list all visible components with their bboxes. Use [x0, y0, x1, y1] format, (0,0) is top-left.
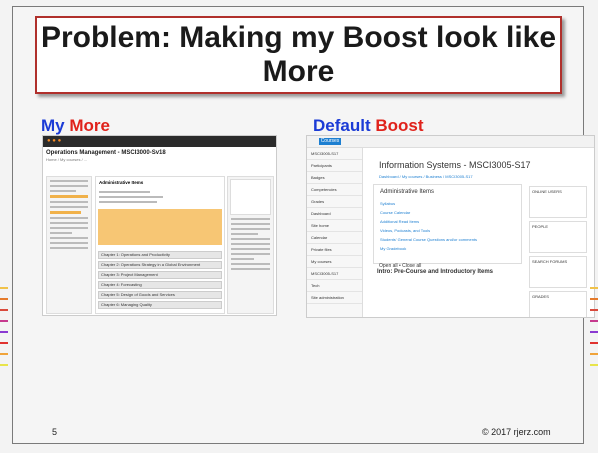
decorative-stripes-left	[0, 287, 8, 379]
slide-title: Problem: Making my Boost look like More	[40, 21, 557, 88]
more-right-column	[227, 176, 274, 314]
drawer-item[interactable]: Dashboard	[307, 208, 362, 220]
left-caption: My More	[41, 116, 110, 135]
title-box: Problem: Making my Boost look like More	[35, 16, 562, 94]
admin-item[interactable]: My Gradebook	[374, 244, 521, 253]
more-highlight-section	[98, 209, 222, 245]
boost-nav-drawer: MSCI3005-S17 Participants Badges Compete…	[307, 148, 363, 317]
more-course-title: Operations Management - MSCI3000-Sv18	[46, 150, 166, 156]
more-chapter-4[interactable]: Chapter 4: Forecasting	[98, 281, 222, 289]
boost-block-column: ONLINE USERS PEOPLE SEARCH FORUMS GRADES	[529, 186, 587, 317]
slide-number: 5	[52, 427, 58, 437]
drawer-item[interactable]: Participants	[307, 160, 362, 172]
more-breadcrumb: Home / My courses / ...	[46, 157, 88, 162]
drawer-item[interactable]: Calendar	[307, 232, 362, 244]
online-users-block: ONLINE USERS	[529, 186, 587, 218]
drawer-item[interactable]: Badges	[307, 172, 362, 184]
more-top-bar: ● ● ●	[43, 136, 276, 147]
boost-course-title: Information Systems - MSCI3005-S17	[379, 160, 531, 170]
admin-item[interactable]: Videos, Podcasts, and Tools	[374, 226, 521, 235]
drawer-item[interactable]: Tech	[307, 280, 362, 292]
drawer-item[interactable]: Site home	[307, 220, 362, 232]
more-chapter-3[interactable]: Chapter 3: Project Management	[98, 271, 222, 279]
drawer-item[interactable]: MSCI3005-S17	[307, 268, 362, 280]
admin-item[interactable]: Syllabus	[374, 199, 521, 208]
drawer-item[interactable]: Site administration	[307, 292, 362, 304]
more-calendar	[230, 179, 271, 215]
grades-block: GRADES	[529, 291, 587, 317]
people-block: PEOPLE	[529, 221, 587, 253]
more-main-column: Administrative Items Chapter 1: Operatio…	[95, 176, 225, 314]
drawer-item[interactable]: Grades	[307, 196, 362, 208]
boost-navbar: Courses	[307, 136, 594, 148]
more-chapter-2[interactable]: Chapter 2: Operations Strategy in a Glob…	[98, 261, 222, 269]
decorative-stripes-right	[590, 287, 598, 379]
admin-item[interactable]: Students' General Course Questions and/o…	[374, 235, 521, 244]
boost-breadcrumb[interactable]: Dashboard / My courses / Business / MSCI…	[379, 174, 473, 179]
drawer-item[interactable]: My courses	[307, 256, 362, 268]
boost-admin-card: Administrative Items Syllabus Course Cal…	[373, 184, 522, 264]
drawer-item[interactable]: Competencies	[307, 184, 362, 196]
copyright: © 2017 rjerz.com	[482, 427, 551, 437]
drawer-item[interactable]: MSCI3005-S17	[307, 148, 362, 160]
more-chapter-6[interactable]: Chapter 6: Managing Quality	[98, 301, 222, 309]
more-chapter-5[interactable]: Chapter 5: Design of Goods and Services	[98, 291, 222, 299]
right-caption: Default Boost	[313, 116, 424, 135]
boost-theme-screenshot: Courses MSCI3005-S17 Participants Badges…	[306, 135, 595, 318]
drawer-item[interactable]: Private files	[307, 244, 362, 256]
admin-item[interactable]: Course Calendar	[374, 208, 521, 217]
slide: Problem: Making my Boost look like More …	[0, 0, 598, 453]
more-chapter-1[interactable]: Chapter 1: Operations and Productivity	[98, 251, 222, 259]
search-forums-block: SEARCH FORUMS	[529, 256, 587, 288]
boost-intro-section: Intro: Pre-Course and Introductory Items	[377, 269, 494, 275]
admin-item[interactable]: Additional Read Items	[374, 217, 521, 226]
courses-button[interactable]: Courses	[319, 138, 341, 145]
more-theme-screenshot: ● ● ● Operations Management - MSCI3000-S…	[42, 135, 277, 316]
more-left-column	[46, 176, 92, 314]
